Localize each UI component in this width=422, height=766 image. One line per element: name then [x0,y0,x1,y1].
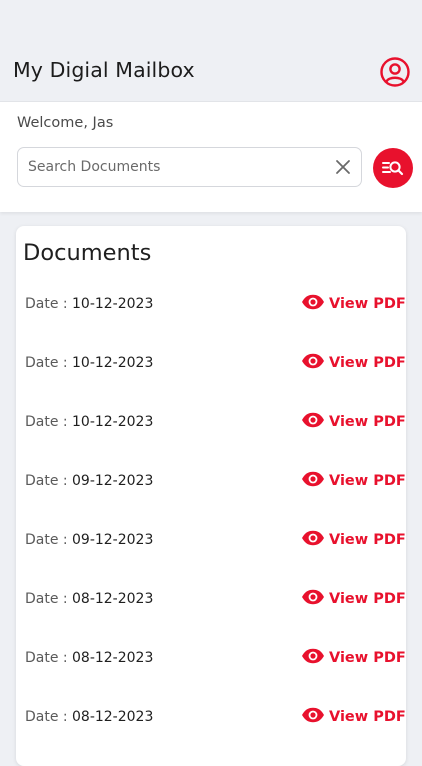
date-label: Date : [25,532,68,548]
document-row: Date : 10-12-2023 View PDF [16,411,406,454]
eye-icon [302,294,324,310]
welcome-text: Welcome, Jas [17,115,114,131]
document-row: Date : 10-12-2023 View PDF [16,352,406,395]
document-row: Date : 09-12-2023 View PDF [16,470,406,513]
view-pdf-label: View PDF [329,355,406,371]
app-header: My Digial Mailbox [0,0,422,102]
document-date: 10-12-2023 [72,296,154,312]
profile-button[interactable] [379,56,411,88]
eye-icon [302,530,324,546]
view-pdf-button[interactable]: View PDF [301,529,406,553]
document-date: 10-12-2023 [72,355,154,371]
date-label: Date : [25,355,68,371]
view-pdf-label: View PDF [329,414,406,430]
document-date: 09-12-2023 [72,532,154,548]
document-row: Date : 08-12-2023 View PDF [16,706,406,749]
clear-search-button[interactable] [335,159,351,175]
search-button[interactable] [373,148,413,188]
close-icon [336,160,350,174]
document-row: Date : 10-12-2023 View PDF [16,293,406,336]
view-pdf-label: View PDF [329,296,406,312]
search-panel: Welcome, Jas [0,102,422,212]
documents-title: Documents [23,240,152,266]
eye-icon [302,589,324,605]
view-pdf-label: View PDF [329,532,406,548]
document-row: Date : 08-12-2023 View PDF [16,647,406,690]
view-pdf-label: View PDF [329,473,406,489]
document-row: Date : 08-12-2023 View PDF [16,588,406,631]
document-date: 10-12-2023 [72,414,154,430]
date-label: Date : [25,709,68,725]
date-label: Date : [25,414,68,430]
view-pdf-button[interactable]: View PDF [301,352,406,376]
app-title: My Digial Mailbox [13,58,195,82]
document-date: 08-12-2023 [72,650,154,666]
eye-icon [302,353,324,369]
view-pdf-button[interactable]: View PDF [301,647,406,671]
document-date: 08-12-2023 [72,591,154,607]
date-label: Date : [25,650,68,666]
eye-icon [302,471,324,487]
eye-icon [302,412,324,428]
view-pdf-button[interactable]: View PDF [301,706,406,730]
date-label: Date : [25,296,68,312]
view-pdf-button[interactable]: View PDF [301,588,406,612]
view-pdf-label: View PDF [329,591,406,607]
user-circle-icon [380,57,410,87]
documents-card: Documents Date : 10-12-2023 View PDF Dat… [16,226,406,766]
view-pdf-button[interactable]: View PDF [301,411,406,435]
search-input[interactable] [28,148,318,185]
date-label: Date : [25,473,68,489]
date-label: Date : [25,591,68,607]
document-date: 09-12-2023 [72,473,154,489]
search-list-icon [382,161,404,176]
view-pdf-button[interactable]: View PDF [301,293,406,317]
eye-icon [302,707,324,723]
view-pdf-label: View PDF [329,650,406,666]
search-box [17,147,362,187]
view-pdf-button[interactable]: View PDF [301,470,406,494]
document-date: 08-12-2023 [72,709,154,725]
document-row: Date : 09-12-2023 View PDF [16,529,406,572]
view-pdf-label: View PDF [329,709,406,725]
eye-icon [302,648,324,664]
